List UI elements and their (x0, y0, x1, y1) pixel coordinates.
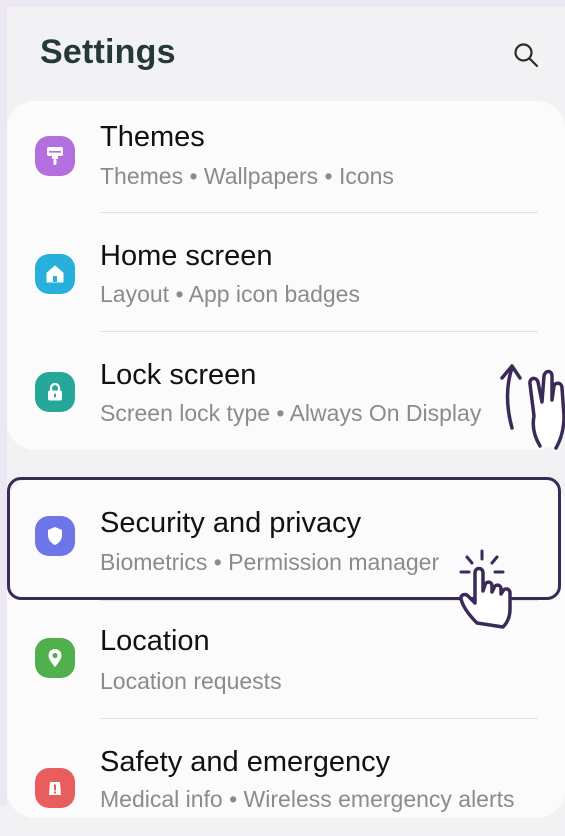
settings-item-title: Lock screen (100, 359, 257, 391)
settings-item-subtitle: Themes • Wallpapers • Icons (100, 163, 394, 189)
brush-icon (35, 136, 75, 176)
search-button[interactable] (508, 37, 544, 73)
settings-item-title: Themes (100, 121, 205, 153)
alert-icon (35, 768, 75, 808)
settings-item-home-screen[interactable]: Home screen Layout • App icon badges (7, 220, 565, 338)
divider (100, 331, 538, 332)
lock-icon (35, 372, 75, 412)
frame-border-top (0, 0, 565, 7)
settings-item-safety-emergency[interactable]: Safety and emergency Medical info • Wire… (7, 718, 565, 836)
settings-item-lock-screen[interactable]: Lock screen Screen lock type • Always On… (7, 339, 565, 457)
settings-item-subtitle: Medical info • Wireless emergency alerts (100, 786, 515, 812)
settings-group-display: Themes Themes • Wallpapers • Icons Home … (7, 101, 565, 450)
settings-item-title: Home screen (100, 240, 273, 272)
settings-item-subtitle: Location requests (100, 668, 282, 694)
settings-item-subtitle: Screen lock type • Always On Display (100, 400, 482, 426)
swipe-up-gesture-icon (500, 364, 565, 450)
settings-item-themes[interactable]: Themes Themes • Wallpapers • Icons (7, 101, 565, 219)
frame-border-left (0, 0, 7, 805)
page-title: Settings (40, 33, 176, 71)
settings-item-subtitle: Layout • App icon badges (100, 281, 360, 307)
settings-item-title: Safety and emergency (100, 746, 391, 778)
tap-gesture-icon (459, 549, 512, 629)
home-icon (35, 254, 75, 294)
settings-item-title: Location (100, 625, 210, 657)
search-icon (514, 43, 539, 68)
divider (100, 212, 538, 213)
location-pin-icon (35, 638, 75, 678)
